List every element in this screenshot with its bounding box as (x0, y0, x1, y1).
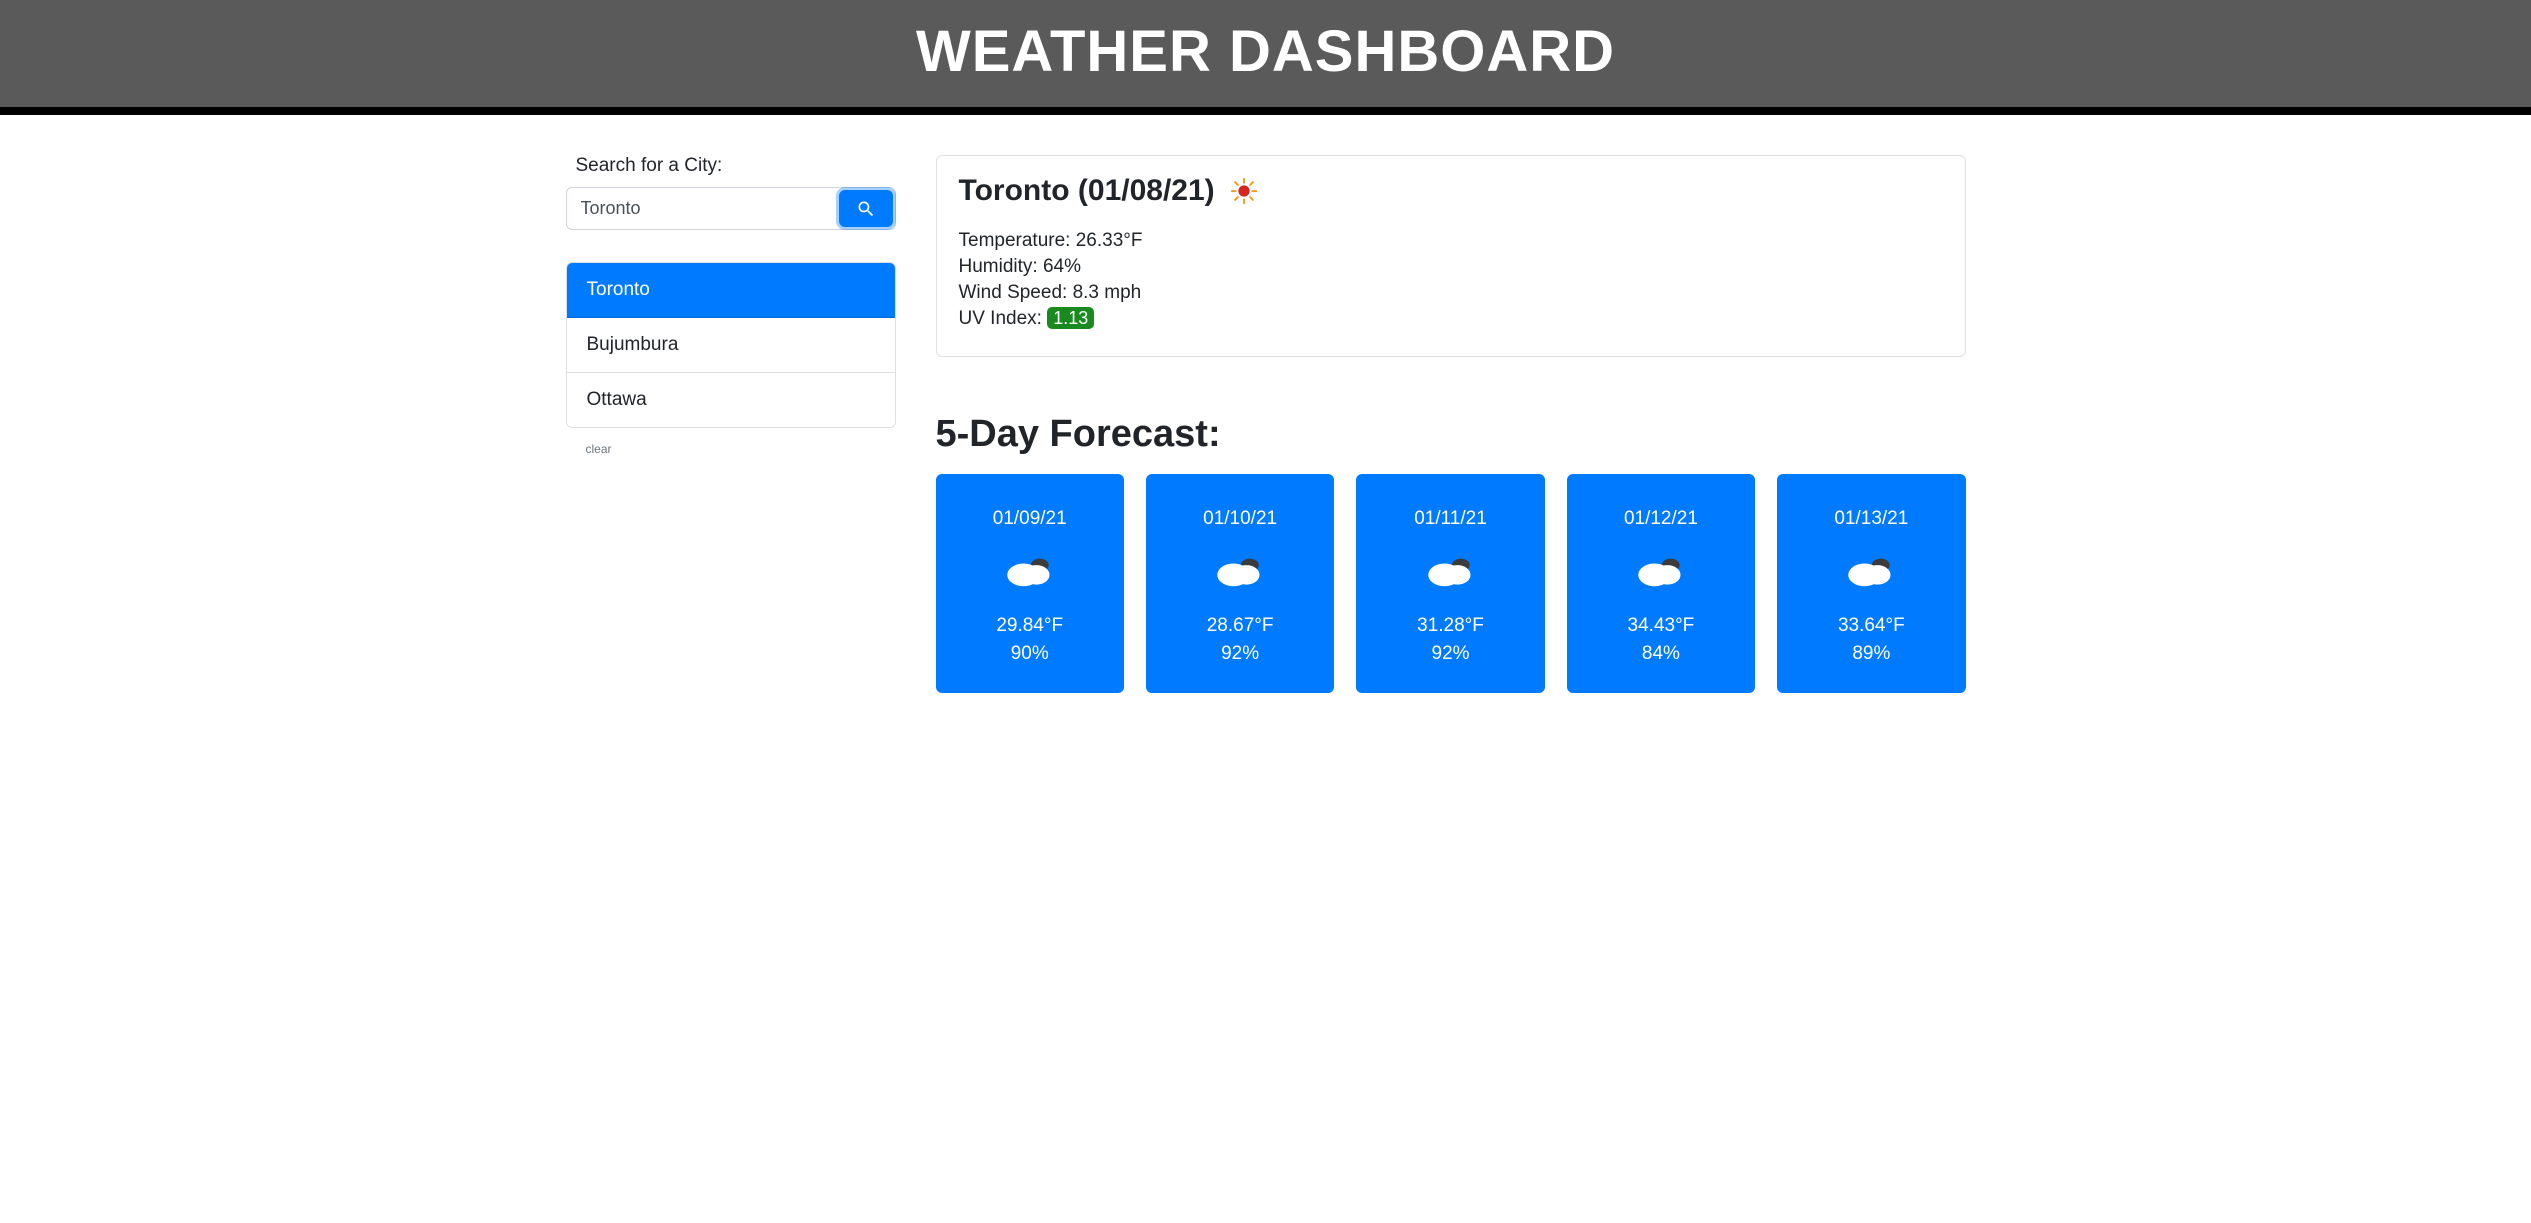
current-city-date: Toronto (01/08/21) (959, 174, 1215, 208)
uv-line: UV Index: 1.13 (959, 308, 1943, 330)
page-title: WEATHER DASHBOARD (0, 18, 2531, 85)
sidebar: Search for a City: Toronto Bujumbura Ott… (566, 155, 896, 693)
wind-value: 8.3 mph (1073, 282, 1142, 303)
temperature-value: 26.33°F (1076, 230, 1143, 251)
humidity-value: 64% (1043, 256, 1081, 277)
forecast-temp: 29.84°F (946, 615, 1114, 637)
history-item-bujumbura[interactable]: Bujumbura (567, 318, 895, 373)
forecast-card: 01/09/21 29.84°F 90% (936, 474, 1124, 693)
forecast-row: 01/09/21 29.84°F 90% 01/10/21 28.67°F 92… (936, 474, 1966, 693)
forecast-humidity: 90% (946, 643, 1114, 665)
app-header: WEATHER DASHBOARD (0, 0, 2531, 115)
clear-history-link[interactable]: clear (586, 442, 896, 456)
uv-badge: 1.13 (1047, 307, 1094, 329)
partly-cloudy-icon (1635, 550, 1687, 590)
search-button[interactable] (839, 190, 893, 227)
humidity-line: Humidity: 64% (959, 256, 1943, 278)
temperature-label: Temperature: (959, 230, 1071, 251)
history-item-label: Bujumbura (587, 334, 679, 355)
forecast-card: 01/11/21 31.28°F 92% (1356, 474, 1544, 693)
current-weather-heading: Toronto (01/08/21) (959, 174, 1943, 208)
main-panel: Toronto (01/08/21) Temp (936, 155, 1966, 693)
search-history-list: Toronto Bujumbura Ottawa (566, 262, 896, 428)
history-item-ottawa[interactable]: Ottawa (567, 373, 895, 427)
history-item-label: Toronto (587, 279, 650, 300)
search-label: Search for a City: (566, 155, 896, 177)
sunny-icon (1229, 176, 1259, 206)
history-item-label: Ottawa (587, 389, 647, 410)
forecast-date: 01/09/21 (946, 508, 1114, 530)
temperature-line: Temperature: 26.33°F (959, 230, 1943, 252)
partly-cloudy-icon (1004, 550, 1056, 590)
search-input-group (566, 187, 896, 230)
forecast-card: 01/13/21 33.64°F 89% (1777, 474, 1965, 693)
forecast-temp: 33.64°F (1787, 615, 1955, 637)
forecast-date: 01/13/21 (1787, 508, 1955, 530)
forecast-temp: 31.28°F (1366, 615, 1534, 637)
forecast-temp: 34.43°F (1577, 615, 1745, 637)
forecast-date: 01/10/21 (1156, 508, 1324, 530)
search-input[interactable] (567, 188, 837, 229)
uv-label: UV Index: (959, 308, 1042, 329)
forecast-humidity: 92% (1156, 643, 1324, 665)
wind-line: Wind Speed: 8.3 mph (959, 282, 1943, 304)
search-icon (856, 199, 876, 219)
forecast-humidity: 89% (1787, 643, 1955, 665)
forecast-humidity: 84% (1577, 643, 1745, 665)
humidity-label: Humidity: (959, 256, 1038, 277)
forecast-temp: 28.67°F (1156, 615, 1324, 637)
partly-cloudy-icon (1214, 550, 1266, 590)
current-weather-card: Toronto (01/08/21) Temp (936, 155, 1966, 357)
partly-cloudy-icon (1425, 550, 1477, 590)
forecast-card: 01/10/21 28.67°F 92% (1146, 474, 1334, 693)
forecast-humidity: 92% (1366, 643, 1534, 665)
forecast-card: 01/12/21 34.43°F 84% (1567, 474, 1755, 693)
main-container: Search for a City: Toronto Bujumbura Ott… (536, 115, 1996, 693)
forecast-date: 01/12/21 (1577, 508, 1745, 530)
wind-label: Wind Speed: (959, 282, 1068, 303)
forecast-date: 01/11/21 (1366, 508, 1534, 530)
history-item-toronto[interactable]: Toronto (567, 263, 895, 318)
forecast-heading: 5-Day Forecast: (936, 413, 1966, 456)
partly-cloudy-icon (1845, 550, 1897, 590)
